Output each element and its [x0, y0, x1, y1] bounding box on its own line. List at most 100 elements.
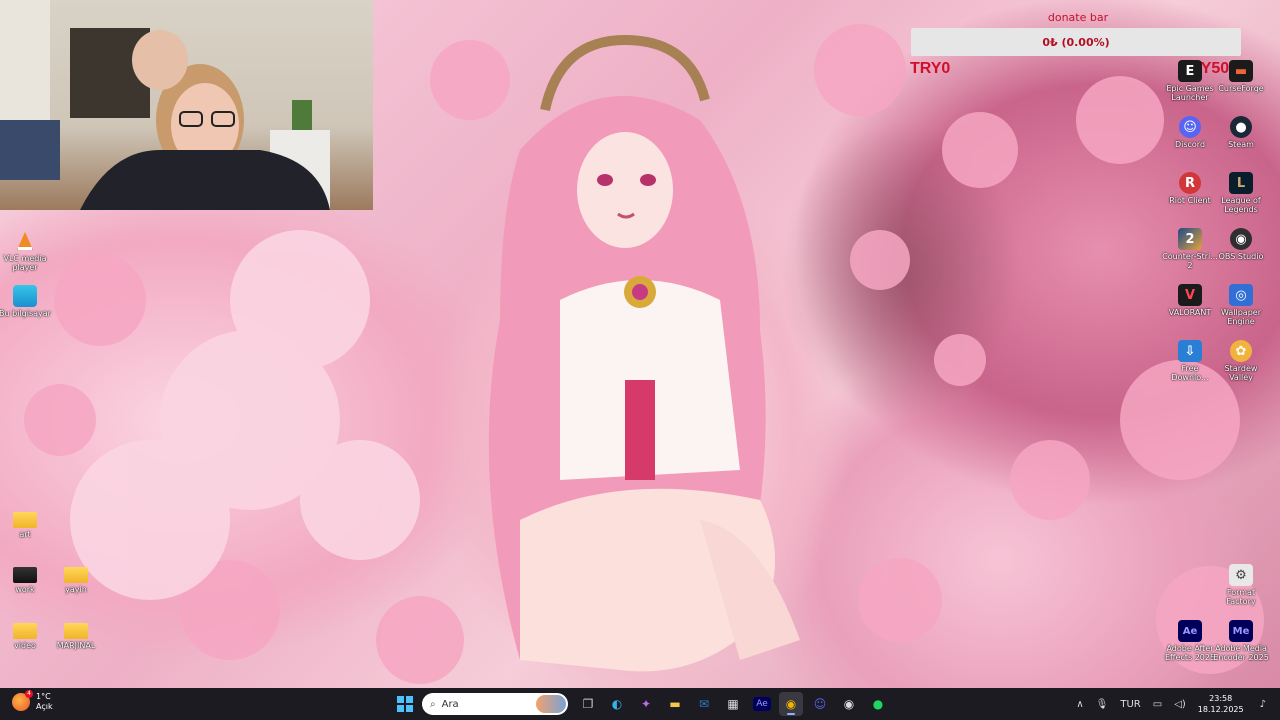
desktop-icon-format-factory[interactable]: ⚙ Format Factory — [1213, 564, 1269, 606]
desktop-icon-stardew-valley[interactable]: ✿ Stardew Valley — [1213, 340, 1269, 382]
clock[interactable]: 23:58 18.12.2025 — [1198, 693, 1244, 715]
edge-button[interactable]: ◐ — [605, 692, 629, 716]
desktop-icon-label: work — [15, 585, 35, 594]
free-download-manager-icon: ⇩ — [1178, 340, 1202, 362]
desktop-icon-label: video — [14, 641, 36, 650]
epic-games-icon: E — [1178, 60, 1202, 82]
desktop-icon-label: OBS Studio — [1218, 252, 1264, 261]
desktop-icon-this-pc[interactable]: Bu bilgisayar — [0, 285, 53, 318]
desktop-icon-wallpaper-engine[interactable]: ◎ Wallpaper Engine — [1213, 284, 1269, 326]
network-icon[interactable]: ▭ — [1153, 699, 1162, 710]
desktop-icon-obs[interactable]: ◉ OBS Studio — [1213, 228, 1269, 261]
desktop-icon-marjinal[interactable]: MARJINAL — [48, 619, 104, 650]
task-view-icon: ❐ — [582, 697, 594, 711]
store-icon: ▦ — [727, 697, 739, 711]
store-button[interactable]: ▦ — [721, 692, 745, 716]
donate-progress-value: 0₺ (0.00%) — [1042, 35, 1110, 49]
system-tray: ∧ 🎙 TUR ▭ ◁) 23:58 18.12.2025 ♪ — [1070, 688, 1272, 720]
desktop-icon-curseforge[interactable]: ▬ CurseForge — [1213, 60, 1269, 93]
computer-icon — [13, 285, 37, 307]
search-highlight-icon — [536, 695, 566, 713]
media-encoder-icon: Me — [1229, 620, 1253, 642]
league-of-legends-icon: L — [1229, 172, 1253, 194]
clock-date: 18.12.2025 — [1197, 705, 1244, 714]
desktop-icon-discord[interactable]: ☺ Discord — [1162, 116, 1218, 149]
outlook-button[interactable]: ✉ — [692, 692, 716, 716]
chevron-up-icon[interactable]: ∧ — [1076, 699, 1083, 710]
desktop-icon-riot-client[interactable]: R Riot Client — [1162, 172, 1218, 205]
notification-bell-icon[interactable]: ♪ — [1260, 699, 1266, 710]
taskbar-apps: ⌕ Ara ❐ ◐ ✦ ▬ ✉ ▦ Ae ◉ ☺ ◉ ● — [393, 692, 895, 716]
obs-taskbar-button[interactable]: ◉ — [837, 692, 861, 716]
webcam-feed — [0, 0, 330, 210]
weather-icon: 4 — [12, 690, 33, 711]
start-icon — [397, 696, 413, 712]
weather-description: Açık — [36, 702, 53, 711]
desktop-icon-counter-strike[interactable]: 2 Counter-Stri... 2 — [1162, 228, 1218, 270]
task-view-button[interactable]: ❐ — [576, 692, 600, 716]
desktop-icon-label: Riot Client — [1169, 196, 1211, 205]
curseforge-icon: ▬ — [1229, 60, 1253, 82]
microphone-icon[interactable]: 🎙 — [1096, 699, 1109, 710]
desktop-icon-work[interactable]: work — [0, 563, 53, 594]
desktop-icon-steam[interactable]: ● Steam — [1213, 116, 1269, 149]
desktop-icon-free-download-manager[interactable]: ⇩ Free Downlo... — [1162, 340, 1218, 382]
format-factory-icon: ⚙ — [1229, 564, 1253, 586]
edge-icon: ◐ — [611, 697, 623, 711]
chrome-button[interactable]: ◉ — [779, 692, 803, 716]
file-explorer-button[interactable]: ▬ — [663, 692, 687, 716]
desktop-icon-league[interactable]: L League of Legends — [1213, 172, 1269, 214]
desktop-icon-media-encoder[interactable]: Me Adobe Media Encoder 2025 — [1213, 620, 1269, 662]
art-icon — [13, 512, 37, 528]
after-effects-icon: Ae — [753, 697, 771, 711]
folder-icon — [13, 623, 37, 639]
obs-icon: ◉ — [1230, 228, 1252, 250]
desktop-icon-label: Bu bilgisayar — [0, 309, 51, 318]
vlc-icon — [13, 230, 37, 252]
active-indicator — [787, 713, 795, 715]
start-button[interactable] — [393, 692, 417, 716]
folder-icon — [64, 567, 88, 583]
desktop-icon-label: Free Downlo... — [1171, 364, 1209, 382]
after-effects-icon: Ae — [1178, 620, 1202, 642]
obs-icon: ◉ — [843, 697, 855, 711]
volume-icon[interactable]: ◁) — [1174, 699, 1186, 710]
copilot-icon: ✦ — [640, 697, 652, 711]
weather-widget[interactable]: 4 1°C Açık — [12, 690, 53, 712]
desktop-icon-label: Discord — [1174, 140, 1206, 149]
desktop-icon-label: Stardew Valley — [1224, 364, 1258, 382]
desktop-icon-vlc[interactable]: VLC media player — [0, 230, 53, 272]
language-indicator[interactable]: TUR — [1120, 699, 1140, 710]
notification-badge: 4 — [25, 690, 33, 698]
donate-progress-bar: 0₺ (0.00%) — [911, 28, 1241, 56]
search-box[interactable]: ⌕ Ara — [422, 693, 568, 715]
desktop-icon-label: Counter-Stri... 2 — [1162, 252, 1218, 270]
counter-strike-icon: 2 — [1178, 228, 1202, 250]
donate-bar-title: donate bar — [1047, 11, 1109, 24]
valorant-icon: V — [1178, 284, 1202, 306]
search-placeholder: Ara — [441, 698, 459, 710]
discord-taskbar-button[interactable]: ☺ — [808, 692, 832, 716]
desktop-icon-art[interactable]: art — [0, 508, 53, 539]
spotify-button[interactable]: ● — [866, 692, 890, 716]
riot-client-icon: R — [1179, 172, 1201, 194]
after-effects-taskbar-button[interactable]: Ae — [750, 692, 774, 716]
desktop-icon-label: yayin — [65, 585, 87, 594]
desktop-icon-video[interactable]: video — [0, 619, 53, 650]
desktop-icon-after-effects[interactable]: Ae Adobe After Effects 2025 — [1162, 620, 1218, 662]
webcam-overlay — [0, 0, 373, 210]
desktop-icon-label: Epic Games Launcher — [1166, 84, 1214, 102]
donate-min-label: TRY0 — [910, 60, 951, 77]
steam-icon: ● — [1230, 116, 1252, 138]
desktop-icon-valorant[interactable]: V VALORANT — [1162, 284, 1218, 317]
search-icon: ⌕ — [430, 698, 436, 710]
desktop-icon-label: Steam — [1228, 140, 1254, 149]
desktop-icon-yayin[interactable]: yayin — [48, 563, 104, 594]
folder-icon — [64, 623, 88, 639]
desktop-icon-epic-games[interactable]: E Epic Games Launcher — [1162, 60, 1218, 102]
copilot-button[interactable]: ✦ — [634, 692, 658, 716]
desktop-icon-label: Format Factory — [1226, 588, 1256, 606]
wallpaper-engine-icon: ◎ — [1229, 284, 1253, 306]
desktop-icon-label: VALORANT — [1168, 308, 1212, 317]
desktop-icon-label: Adobe Media Encoder 2025 — [1213, 644, 1269, 662]
